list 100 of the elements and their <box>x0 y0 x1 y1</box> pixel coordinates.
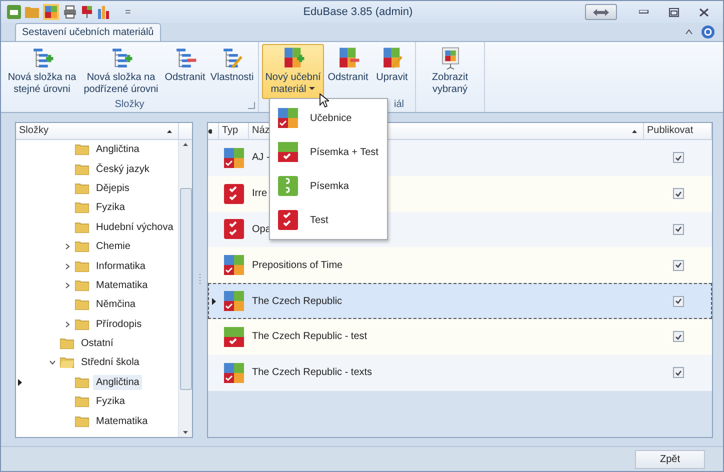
table-cell: Irre <box>252 188 267 200</box>
checkbox[interactable] <box>672 331 684 342</box>
table-row[interactable]: The Czech Republic <box>208 283 712 319</box>
folder-icon <box>75 164 89 175</box>
tree-item[interactable]: Angličtina <box>93 374 142 390</box>
table-cell: Prepositions of Time <box>252 260 343 271</box>
question-check-icon <box>278 142 298 162</box>
checkbox[interactable] <box>672 367 684 378</box>
checkbox[interactable] <box>672 152 684 164</box>
tree-item[interactable]: Fyzika <box>93 200 128 216</box>
tree-item[interactable]: Český jazyk <box>93 162 152 177</box>
chevron-right-icon[interactable] <box>64 282 70 289</box>
column-header[interactable]: Typ <box>219 123 242 139</box>
double-check-icon <box>224 219 244 240</box>
folder-icon <box>75 222 89 233</box>
ribbon-button[interactable]: Vlastnosti <box>209 44 255 87</box>
checkbox[interactable] <box>672 188 684 200</box>
ribbon-button[interactable]: Odstranit <box>162 44 208 87</box>
table-cell: The Czech Republic - test <box>252 331 368 342</box>
folder-icon <box>60 338 74 350</box>
table-row[interactable]: The Czech Republic - texts <box>208 354 712 391</box>
row-pointer-icon <box>18 378 22 386</box>
open-folder-icon <box>60 357 74 368</box>
chevron-right-icon[interactable] <box>64 262 70 270</box>
tree-item[interactable]: Ostatní <box>78 336 116 352</box>
maximize-icon <box>669 8 679 16</box>
help-icon[interactable] <box>701 25 715 39</box>
tree-item[interactable]: Hudební výchova <box>93 220 176 235</box>
table-cell: The Czech Republic - texts <box>252 367 372 378</box>
back-button[interactable]: Zpět <box>635 450 705 468</box>
folder-icon <box>75 241 89 252</box>
printer-icon[interactable] <box>63 5 77 19</box>
tree-item[interactable]: Matematika <box>93 278 151 293</box>
folder-icon <box>75 260 89 272</box>
menu-item[interactable]: Test <box>270 203 387 237</box>
tree-item[interactable]: Střední škola <box>78 355 142 370</box>
bar-chart-icon[interactable] <box>97 5 111 19</box>
tree-item[interactable]: Němčina <box>93 297 138 312</box>
ribbon-tab[interactable]: Sestavení učebních materiálů <box>15 23 161 41</box>
folder-icon <box>75 416 89 427</box>
checkbox[interactable] <box>672 224 684 235</box>
minimize-icon <box>639 10 649 14</box>
tree-item[interactable]: Dějepis <box>93 180 132 196</box>
row-pointer-icon <box>212 298 216 305</box>
app-icon[interactable] <box>7 5 21 19</box>
table-cell: The Czech Republic <box>252 296 342 307</box>
tree-item[interactable]: Chemie <box>93 239 134 254</box>
resize-button[interactable] <box>585 4 617 20</box>
ribbon-button[interactable]: Nová složka na podřízené úrovni <box>81 44 161 99</box>
row-indicator-icon <box>208 128 212 134</box>
scroll-up-icon[interactable] <box>183 143 188 146</box>
customize-toolbar-button[interactable]: = <box>125 6 131 18</box>
menu-item[interactable]: Učebnice <box>270 101 387 135</box>
folder-icon <box>75 280 89 291</box>
colored-squares-icon <box>224 255 244 276</box>
ribbon-button[interactable]: Nový učební materiál <box>262 44 324 99</box>
folder-icon <box>75 376 89 388</box>
tree-item[interactable]: Fyzika <box>93 394 128 410</box>
scrollbar[interactable] <box>178 140 192 437</box>
folder-icon <box>75 144 89 156</box>
folder-icon <box>75 318 89 330</box>
scroll-down-icon[interactable] <box>183 431 188 434</box>
ribbon-button[interactable]: Upravit <box>372 44 412 87</box>
chevron-right-icon[interactable] <box>64 320 70 328</box>
double-check-icon <box>278 210 298 230</box>
tree-item[interactable]: Angličtina <box>93 142 142 158</box>
window-title: EduBase 3.85 (admin) <box>302 6 414 18</box>
group-label: iál <box>394 99 404 112</box>
tree-item[interactable]: Matematika <box>93 414 151 429</box>
colored-squares-icon <box>224 362 244 383</box>
question-check-icon <box>224 326 244 347</box>
group-label: Složky <box>114 99 144 112</box>
table-row[interactable]: The Czech Republic - test <box>208 318 712 355</box>
tree-item[interactable]: Informatika <box>93 258 148 274</box>
colored-squares-icon <box>278 108 298 128</box>
ribbon-button[interactable]: Odstranit <box>325 44 371 87</box>
sort-arrow-icon <box>167 130 172 132</box>
chevron-down-icon[interactable] <box>48 359 56 366</box>
menu-item[interactable]: Písemka <box>270 169 387 203</box>
close-icon <box>699 8 709 16</box>
dropdown-caret-icon <box>309 87 316 92</box>
sort-arrow-icon <box>632 130 637 132</box>
colored-squares-icon <box>224 291 244 312</box>
folder-icon <box>75 182 89 194</box>
checkbox[interactable] <box>672 296 684 307</box>
double-arrow-icon <box>593 8 609 16</box>
collapse-ribbon-icon[interactable] <box>685 29 693 35</box>
squares-icon[interactable] <box>43 4 59 20</box>
checkbox[interactable] <box>672 260 684 271</box>
menu-item[interactable]: Písemka + Test <box>270 135 387 169</box>
chevron-right-icon[interactable] <box>64 243 70 250</box>
tree-item[interactable]: Přírodopis <box>93 316 145 332</box>
dialog-launcher[interactable] <box>248 102 255 109</box>
table-row[interactable]: Prepositions of Time <box>208 247 712 284</box>
folder-icon <box>75 396 89 408</box>
column-header[interactable]: Publikovat <box>644 123 705 139</box>
ribbon-button[interactable]: Nová složka na stejné úrovni <box>4 44 80 99</box>
ribbon-button[interactable]: Zobrazit vybraný <box>419 44 481 99</box>
double-check-icon <box>224 184 244 204</box>
presentation-icon[interactable] <box>81 5 93 19</box>
